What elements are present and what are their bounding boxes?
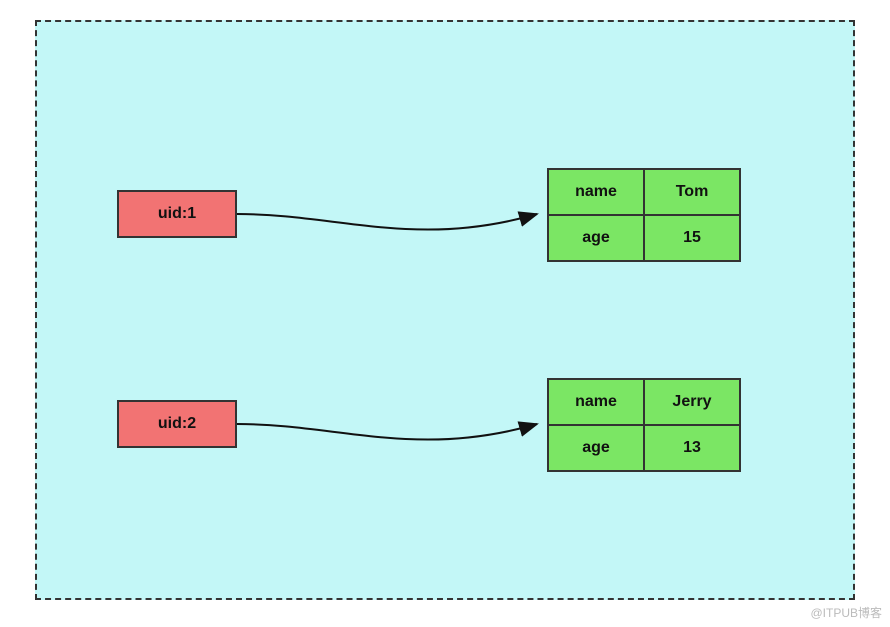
uid-box: uid:2	[117, 400, 237, 448]
arrow-icon	[237, 404, 547, 464]
table-key-cell: name	[548, 169, 644, 215]
uid-box: uid:1	[117, 190, 237, 238]
table-key-cell: age	[548, 215, 644, 261]
table-row: name Jerry	[548, 379, 740, 425]
table-row: age 15	[548, 215, 740, 261]
uid-label: uid:1	[158, 205, 196, 223]
table-key-cell: age	[548, 425, 644, 471]
data-table: name Jerry age 13	[547, 378, 741, 472]
data-table: name Tom age 15	[547, 168, 741, 262]
table-value-cell: 13	[644, 425, 740, 471]
table-value-cell: Tom	[644, 169, 740, 215]
table-row: age 13	[548, 425, 740, 471]
arrow-icon	[237, 194, 547, 254]
watermark-text: @ITPUB博客	[810, 604, 882, 621]
uid-label: uid:2	[158, 415, 196, 433]
table-value-cell: 15	[644, 215, 740, 261]
diagram-canvas: uid:1 name Tom age 15 uid:2	[35, 20, 855, 600]
table-value-cell: Jerry	[644, 379, 740, 425]
table-row: name Tom	[548, 169, 740, 215]
table-key-cell: name	[548, 379, 644, 425]
